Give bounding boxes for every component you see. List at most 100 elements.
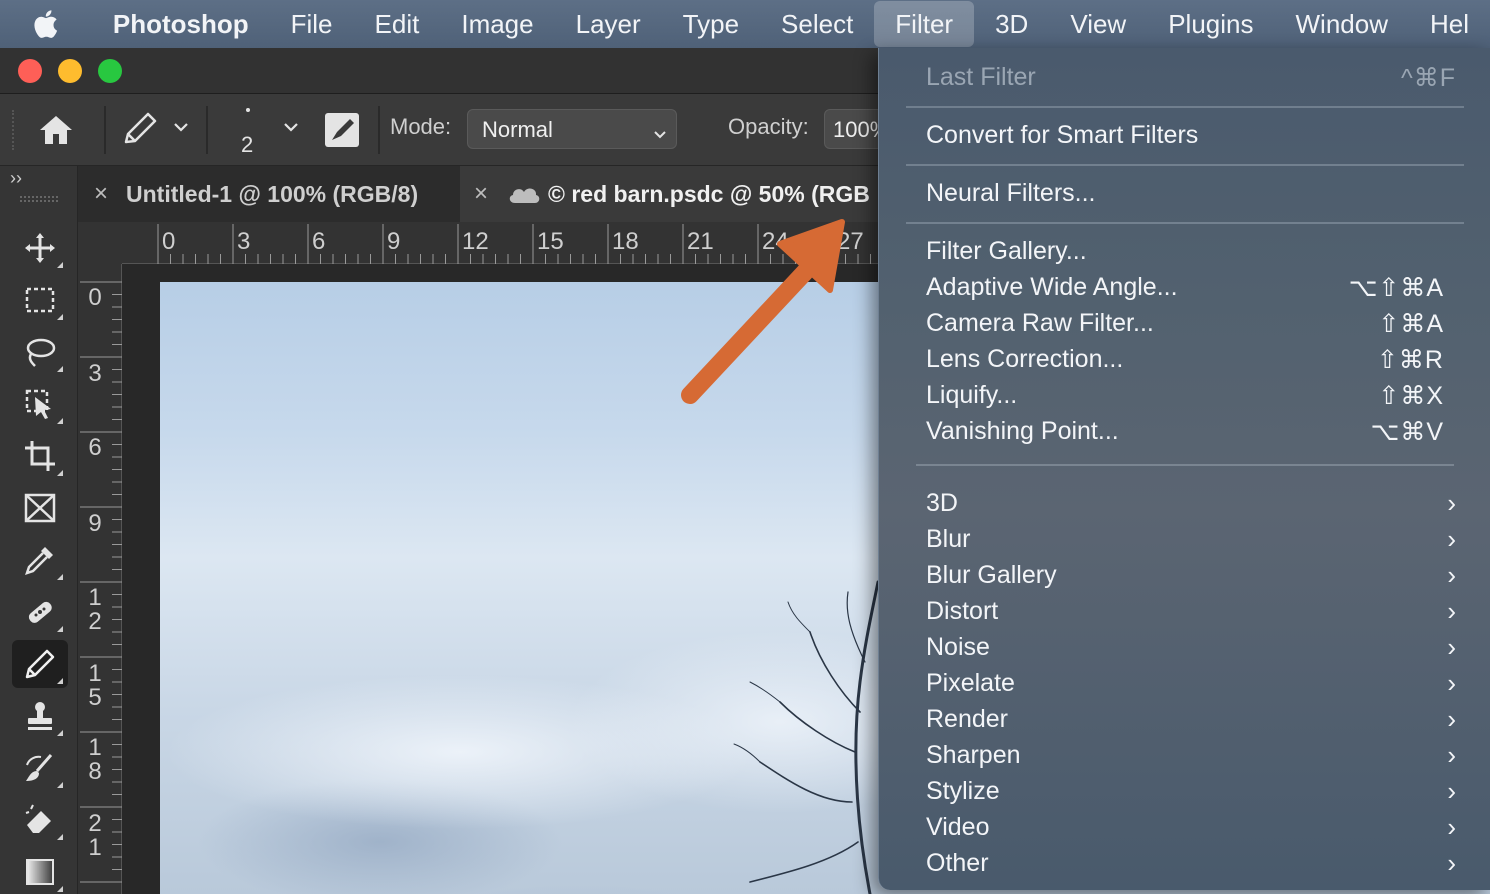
menu-layer[interactable]: Layer	[555, 1, 662, 47]
menu-item-lens-correction[interactable]: Lens Correction... ⇧⌘R	[926, 342, 1456, 378]
ruler-label: 15	[537, 228, 564, 255]
menu-window[interactable]: Window	[1275, 1, 1409, 47]
pencil-tool[interactable]	[12, 640, 68, 688]
stamp-icon	[28, 702, 52, 730]
menu-image[interactable]: Image	[440, 1, 554, 47]
frame-tool[interactable]	[12, 484, 68, 532]
healing-brush-tool[interactable]	[12, 588, 68, 636]
eyedropper-icon	[25, 547, 53, 575]
menu-help[interactable]: Hel	[1409, 1, 1490, 47]
ruler-label: 12	[462, 228, 489, 255]
menu-item-adaptive-wide-angle[interactable]: Adaptive Wide Angle... ⌥⇧⌘A	[926, 270, 1456, 306]
menu-plugins[interactable]: Plugins	[1147, 1, 1274, 47]
rectangular-marquee-icon	[25, 287, 55, 313]
separator	[104, 106, 106, 154]
separator	[378, 106, 380, 154]
brush-settings-icon[interactable]	[324, 112, 360, 153]
menu-item-filter-gallery[interactable]: Filter Gallery...	[926, 234, 1456, 270]
tab-close-icon[interactable]: ×	[474, 180, 488, 208]
ruler-label: 6	[88, 434, 102, 461]
options-grip[interactable]	[12, 110, 16, 150]
chevron-right-icon: ›	[1447, 740, 1456, 770]
submenu-blur-gallery[interactable]: Blur Gallery ›	[926, 558, 1456, 594]
eyedropper-tool[interactable]	[12, 536, 68, 584]
submenu-noise[interactable]: Noise ›	[926, 630, 1456, 666]
ruler-label: 3	[88, 360, 102, 387]
submenu-stylize[interactable]: Stylize ›	[926, 774, 1456, 810]
submenu-3d[interactable]: 3D ›	[926, 486, 1456, 522]
submenu-blur[interactable]: Blur ›	[926, 522, 1456, 558]
brush-size-value[interactable]: 2	[241, 132, 253, 158]
move-tool[interactable]	[12, 224, 68, 272]
pencil-preset-icon[interactable]	[120, 110, 160, 153]
gradient-tool[interactable]	[12, 848, 68, 894]
menu-item-vanishing-point[interactable]: Vanishing Point... ⌥⌘V	[926, 414, 1456, 450]
ruler-label: 15	[88, 660, 102, 711]
object-selection-icon	[25, 389, 51, 419]
filter-menu-dropdown: Last Filter ^⌘F Convert for Smart Filter…	[878, 48, 1490, 890]
mode-chevron-down-icon	[652, 122, 668, 148]
vertical-ruler: 0 3 6 9 12 15 18 21	[78, 264, 122, 894]
chevron-right-icon: ›	[1447, 488, 1456, 518]
tab-close-icon[interactable]: ×	[94, 180, 108, 208]
menu-item-camera-raw-filter[interactable]: Camera Raw Filter... ⇧⌘A	[926, 306, 1456, 342]
crop-tool[interactable]	[12, 432, 68, 480]
submenu-other[interactable]: Other ›	[926, 846, 1456, 882]
menu-filter[interactable]: Filter	[874, 1, 975, 47]
chevron-right-icon: ›	[1447, 596, 1456, 626]
ruler-label: 21	[687, 228, 714, 255]
close-window-button[interactable]	[18, 59, 42, 83]
menu-separator	[906, 106, 1464, 108]
mode-dropdown[interactable]: Normal	[467, 109, 677, 149]
minimize-window-button[interactable]	[58, 59, 82, 83]
eraser-tool[interactable]	[12, 796, 68, 844]
menu-app-photoshop[interactable]: Photoshop	[83, 1, 270, 47]
menu-type[interactable]: Type	[662, 1, 760, 47]
chevron-right-icon: ›	[1447, 668, 1456, 698]
menu-item-neural-filters[interactable]: Neural Filters...	[926, 176, 1456, 212]
submenu-video[interactable]: Video ›	[926, 810, 1456, 846]
panel-grip[interactable]	[20, 196, 58, 202]
home-icon[interactable]	[36, 112, 76, 153]
menu-view[interactable]: View	[1049, 1, 1147, 47]
menu-edit[interactable]: Edit	[354, 1, 441, 47]
brush-chevron-down-icon[interactable]	[282, 120, 300, 139]
history-brush-tool[interactable]	[12, 744, 68, 792]
move-icon	[25, 233, 55, 263]
menu-item-convert-smart-filters[interactable]: Convert for Smart Filters	[926, 118, 1456, 154]
chevron-right-icon: ›	[1447, 812, 1456, 842]
tab-label: © red barn.psdc @ 50% (RGB	[548, 180, 870, 207]
ruler-label: 6	[312, 228, 326, 255]
macos-menu-bar: Photoshop File Edit Image Layer Type Sel…	[0, 0, 1490, 48]
menu-item-liquify[interactable]: Liquify... ⇧⌘X	[926, 378, 1456, 414]
submenu-pixelate[interactable]: Pixelate ›	[926, 666, 1456, 702]
submenu-distort[interactable]: Distort ›	[926, 594, 1456, 630]
menu-separator	[906, 164, 1464, 166]
submenu-render[interactable]: Render ›	[926, 702, 1456, 738]
tab-label: Untitled-1 @ 100% (RGB/8)	[126, 180, 419, 207]
menu-select[interactable]: Select	[760, 1, 874, 47]
marquee-tool[interactable]	[12, 276, 68, 324]
apple-logo-icon[interactable]	[32, 9, 83, 39]
ruler-label: 18	[612, 228, 639, 255]
preset-chevron-down-icon[interactable]	[172, 120, 190, 139]
frame-icon	[24, 493, 56, 523]
ruler-label: 0	[162, 228, 176, 255]
clone-stamp-tool[interactable]	[12, 692, 68, 740]
menu-separator	[906, 222, 1464, 224]
tab-untitled[interactable]: × Untitled-1 @ 100% (RGB/8)	[94, 166, 458, 222]
mode-label: Mode:	[390, 114, 452, 139]
ruler-label: 18	[88, 734, 102, 785]
menu-item-last-filter: Last Filter ^⌘F	[926, 63, 1456, 92]
bandage-icon	[28, 601, 52, 623]
collapse-panel-button[interactable]: ››	[10, 168, 22, 189]
menu-file[interactable]: File	[270, 1, 354, 47]
chevron-right-icon: ›	[1447, 560, 1456, 590]
menu-3d[interactable]: 3D	[974, 1, 1049, 47]
lasso-tool[interactable]	[12, 328, 68, 376]
submenu-sharpen[interactable]: Sharpen ›	[926, 738, 1456, 774]
object-selection-tool[interactable]	[12, 380, 68, 428]
chevron-right-icon: ›	[1447, 704, 1456, 734]
chevron-right-icon: ›	[1447, 632, 1456, 662]
zoom-window-button[interactable]	[98, 59, 122, 83]
